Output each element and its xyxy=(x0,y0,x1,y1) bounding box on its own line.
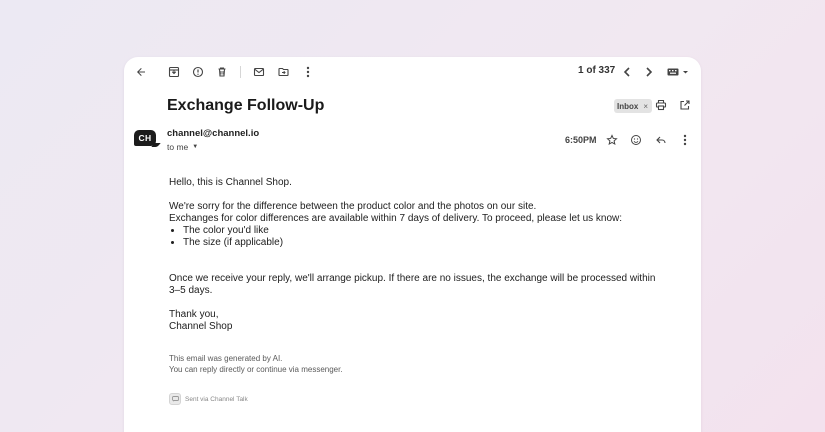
list-item: The size (if applicable) xyxy=(183,237,669,249)
open-in-new-window-icon[interactable] xyxy=(678,98,692,112)
archive-icon[interactable] xyxy=(167,65,181,79)
ai-disclaimer: This email was generated by AI. You can … xyxy=(169,353,343,375)
more-vert-icon[interactable] xyxy=(301,65,315,79)
toolbar-divider xyxy=(240,66,241,78)
body-line: We're sorry for the difference between t… xyxy=(169,201,537,212)
back-icon[interactable] xyxy=(134,65,148,79)
reply-icon[interactable] xyxy=(654,133,668,147)
request-list: The color you'd like The size (if applic… xyxy=(169,225,669,249)
email-window: 1 of 337 Exchange Follow-Up Inbox × CH c… xyxy=(124,57,701,432)
channel-talk-icon xyxy=(169,393,181,405)
more-vert-icon[interactable] xyxy=(678,133,692,147)
greeting: Hello, this is Channel Shop. xyxy=(169,177,292,188)
footnote-line: This email was generated by AI. xyxy=(169,354,283,363)
report-spam-icon[interactable] xyxy=(191,65,205,79)
label-text: Inbox xyxy=(617,101,639,111)
chevron-left-icon[interactable] xyxy=(620,65,634,79)
body-paragraph: Once we receive your reply, we'll arrang… xyxy=(169,273,656,296)
keyboard-icon[interactable] xyxy=(666,65,690,79)
pagination-count: 1 of 337 xyxy=(578,65,616,76)
recipient-text: to me xyxy=(167,142,189,152)
mark-unread-icon[interactable] xyxy=(252,65,266,79)
sent-via-text: Sent via Channel Talk xyxy=(185,395,248,403)
move-to-icon[interactable] xyxy=(276,65,290,79)
closing: Thank you, xyxy=(169,309,219,320)
details-dropdown-icon[interactable]: ▼ xyxy=(192,144,198,150)
chevron-right-icon[interactable] xyxy=(642,65,656,79)
delete-icon[interactable] xyxy=(215,65,229,79)
list-item: The color you'd like xyxy=(183,225,669,237)
email-subject: Exchange Follow-Up xyxy=(167,97,325,114)
email-body: Hello, this is Channel Shop. We're sorry… xyxy=(169,177,669,333)
inbox-label-chip[interactable]: Inbox × xyxy=(614,99,653,113)
emoji-icon[interactable] xyxy=(629,133,643,147)
email-time: 6:50PM xyxy=(565,135,597,145)
sender-address: channel@channel.io xyxy=(167,128,260,139)
remove-label-button[interactable]: × xyxy=(643,102,648,111)
signature: Channel Shop xyxy=(169,321,233,332)
recipient-line: to me ▼ xyxy=(167,142,198,152)
star-icon[interactable] xyxy=(605,133,619,147)
sender-avatar: CH xyxy=(134,130,156,146)
footnote-line: You can reply directly or continue via m… xyxy=(169,365,343,374)
body-line: Exchanges for color differences are avai… xyxy=(169,213,623,224)
print-icon[interactable] xyxy=(654,98,668,112)
sent-via: Sent via Channel Talk xyxy=(169,393,248,405)
